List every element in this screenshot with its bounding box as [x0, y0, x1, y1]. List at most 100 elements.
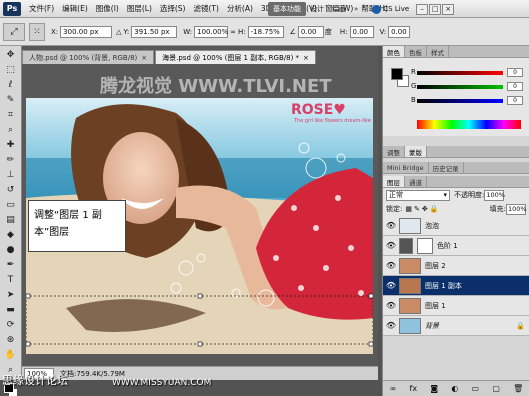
- layer-1-copy[interactable]: 👁 图层 1 副本: [383, 276, 529, 296]
- layer-name: 泡泡: [425, 221, 439, 230]
- marquee-tool-icon[interactable]: ⬚: [3, 63, 19, 76]
- color-spectrum[interactable]: [417, 120, 521, 129]
- crop-tool-icon[interactable]: ⌗: [3, 108, 19, 121]
- red-slider[interactable]: [417, 71, 503, 75]
- tab-layers[interactable]: 图层: [383, 176, 405, 187]
- opacity-field[interactable]: 100%: [484, 189, 505, 201]
- workspace-essentials[interactable]: 基本功能: [268, 2, 306, 16]
- layer-1[interactable]: 👁 图层 1: [383, 296, 529, 316]
- brush-tool-icon[interactable]: ✏: [3, 153, 19, 166]
- eye-icon[interactable]: 👁: [383, 301, 399, 310]
- cs-live-button[interactable]: CS Live: [372, 4, 409, 14]
- foreground-color-swatch[interactable]: [391, 68, 403, 80]
- restore-icon[interactable]: □: [429, 3, 442, 15]
- b-value[interactable]: 0: [507, 96, 523, 105]
- g-value[interactable]: 0: [507, 82, 523, 91]
- tab-person-psd[interactable]: 人物.psd @ 100% (背景, RGB/8) ×: [22, 50, 155, 64]
- options-bar: ⤢ ⁙ X: 300.00 px △ Y: 391.50 px W: 100.0…: [0, 18, 529, 46]
- eye-icon[interactable]: 👁: [383, 321, 399, 330]
- history-brush-tool-icon[interactable]: ↺: [3, 183, 19, 196]
- layer-name: 图层 2: [425, 261, 446, 270]
- clone-stamp-tool-icon[interactable]: ⊥: [3, 168, 19, 181]
- menu-select[interactable]: 选择(S): [156, 3, 190, 14]
- h-field[interactable]: -18.75%: [247, 25, 284, 38]
- adjustment-layer-icon[interactable]: ◐: [451, 384, 458, 393]
- fill-label: 填充:: [489, 205, 506, 213]
- hand-tool-icon[interactable]: ✋: [3, 348, 19, 361]
- w-field[interactable]: 100.00%: [194, 25, 228, 38]
- vskew-field[interactable]: 0.00: [388, 25, 411, 38]
- angle-field[interactable]: 0.00: [297, 25, 324, 38]
- pen-tool-icon[interactable]: ✒: [3, 258, 19, 271]
- tab-seascape-psd[interactable]: 海景.psd @ 100% (图层 1 副本, RGB/8) * ×: [155, 50, 316, 64]
- eyedropper-tool-icon[interactable]: ⌕: [3, 123, 19, 136]
- fx-icon[interactable]: fx: [410, 384, 418, 393]
- menu-image[interactable]: 图像(I): [92, 3, 123, 14]
- move-tool-icon[interactable]: ✥: [3, 48, 19, 61]
- chain-icon[interactable]: ∞: [230, 28, 236, 36]
- 3d-rotate-tool-icon[interactable]: ⟳: [3, 318, 19, 331]
- y-field[interactable]: 391.50 px: [131, 25, 178, 38]
- eye-icon[interactable]: 👁: [383, 241, 399, 250]
- new-group-icon[interactable]: ▭: [472, 384, 480, 393]
- tab-color[interactable]: 颜色: [383, 46, 405, 57]
- menu-layer[interactable]: 图层(L): [123, 3, 156, 14]
- healing-brush-tool-icon[interactable]: ✚: [3, 138, 19, 151]
- layer-2[interactable]: 👁 图层 2: [383, 256, 529, 276]
- eye-icon[interactable]: 👁: [383, 281, 399, 290]
- blend-mode-select[interactable]: 正常 ▾: [386, 189, 450, 201]
- reference-point-icon[interactable]: ⁙: [29, 22, 45, 41]
- type-tool-icon[interactable]: T: [3, 273, 19, 286]
- blue-slider[interactable]: [417, 99, 503, 103]
- gradient-tool-icon[interactable]: ▤: [3, 213, 19, 226]
- blend-mode-value: 正常: [389, 191, 403, 199]
- layer-bubbles[interactable]: 👁 泡泡: [383, 216, 529, 236]
- tab-styles[interactable]: 样式: [427, 46, 449, 57]
- tab-masks[interactable]: 蒙版: [405, 146, 427, 157]
- angle-icon: ∠: [289, 27, 296, 36]
- close-icon[interactable]: ×: [442, 3, 455, 15]
- tab-swatches[interactable]: 色板: [405, 46, 427, 57]
- r-value[interactable]: 0: [507, 68, 523, 77]
- tab-channels[interactable]: 通道: [405, 176, 427, 187]
- lock-icons[interactable]: ▦✎✥🔒: [405, 205, 440, 213]
- delete-layer-icon[interactable]: 🗑: [513, 384, 523, 393]
- hskew-field[interactable]: 0.00: [349, 25, 374, 38]
- menu-filter[interactable]: 滤镜(T): [190, 3, 223, 14]
- transform-tool-icon[interactable]: ⤢: [3, 22, 25, 41]
- link-layers-icon[interactable]: ∞: [390, 384, 397, 393]
- workspace-painting[interactable]: 绘画: [328, 4, 350, 14]
- workspace-design[interactable]: 设计: [306, 4, 328, 14]
- tab-history[interactable]: 历史记录: [429, 162, 464, 173]
- window-controls: – □ ×: [415, 3, 455, 15]
- tab-adjustments[interactable]: 调整: [383, 146, 405, 157]
- quick-select-tool-icon[interactable]: ✎: [3, 93, 19, 106]
- eye-icon[interactable]: 👁: [383, 261, 399, 270]
- green-slider[interactable]: [417, 85, 503, 89]
- layer-thumbnail: [399, 217, 421, 234]
- layer-levels-1[interactable]: 👁 色阶 1: [383, 236, 529, 256]
- lasso-tool-icon[interactable]: ℓ: [3, 78, 19, 91]
- link-icon[interactable]: △: [116, 28, 121, 36]
- menu-edit[interactable]: 编辑(E): [58, 3, 92, 14]
- menu-analysis[interactable]: 分析(A): [223, 3, 257, 14]
- fill-field[interactable]: 100%: [506, 203, 527, 215]
- add-mask-icon[interactable]: ◙: [430, 384, 438, 393]
- minimize-icon[interactable]: –: [416, 3, 429, 15]
- callout-line-1: 调整“图层 1 副: [34, 210, 102, 221]
- layer-background[interactable]: 👁 背景 🔒: [383, 316, 529, 336]
- 3d-orbit-tool-icon[interactable]: ⊛: [3, 333, 19, 346]
- eraser-tool-icon[interactable]: ▭: [3, 198, 19, 211]
- eye-icon[interactable]: 👁: [383, 221, 399, 230]
- close-icon[interactable]: ×: [141, 54, 147, 62]
- workspace-more[interactable]: »: [350, 5, 362, 13]
- dodge-tool-icon[interactable]: ●: [3, 243, 19, 256]
- path-select-tool-icon[interactable]: ➤: [3, 288, 19, 301]
- blur-tool-icon[interactable]: ◆: [3, 228, 19, 241]
- close-icon[interactable]: ×: [303, 54, 309, 62]
- menu-file[interactable]: 文件(F): [25, 3, 58, 14]
- tab-mini-bridge[interactable]: Mini Bridge: [383, 162, 429, 173]
- shape-tool-icon[interactable]: ▬: [3, 303, 19, 316]
- x-field[interactable]: 300.00 px: [60, 25, 113, 38]
- new-layer-icon[interactable]: ▢: [492, 384, 500, 393]
